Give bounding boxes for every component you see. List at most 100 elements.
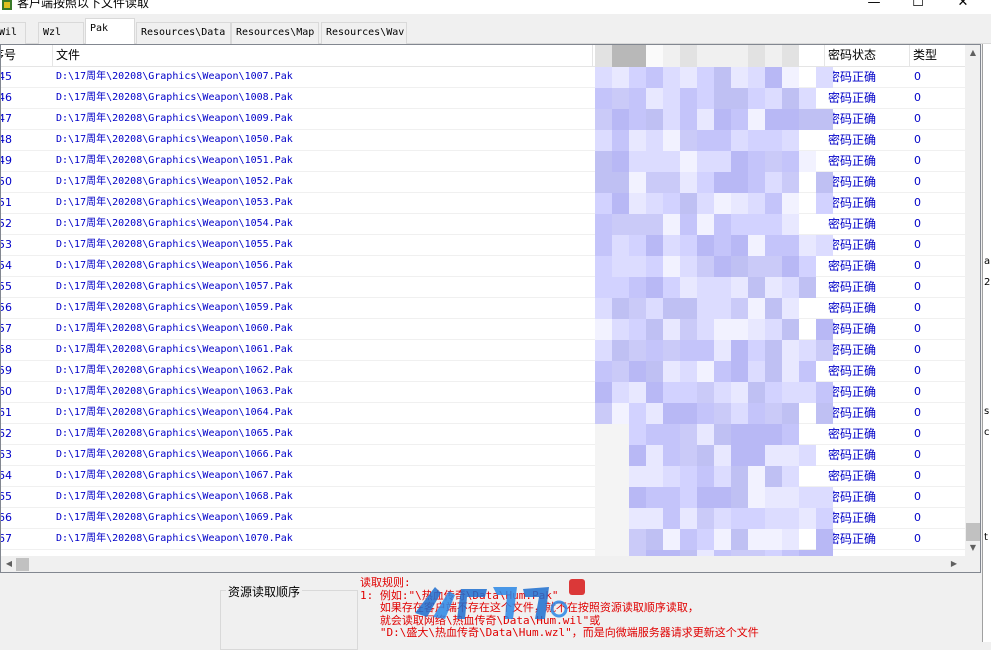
header-file[interactable]: 文件 [53, 45, 593, 67]
redaction-block [663, 109, 680, 130]
redaction-block [629, 424, 646, 445]
vertical-scrollbar[interactable]: ▲ ▼ [965, 45, 980, 556]
redaction-block [782, 340, 799, 361]
scroll-left-icon[interactable]: ◀ [1, 556, 17, 572]
redaction-block [595, 214, 612, 235]
redaction-block [629, 340, 646, 361]
redaction-block [680, 319, 697, 340]
redaction-block [748, 466, 765, 487]
redaction-block [612, 67, 629, 88]
row-password-status: 密码正确 [828, 217, 877, 231]
redaction-block [731, 45, 748, 67]
row-file-path: D:\17周年\20208\Graphics\Weapon\1064.Pak [56, 407, 293, 418]
redaction-block [697, 256, 714, 277]
maximize-icon[interactable]: ☐ [895, 0, 941, 14]
redaction-block [646, 67, 663, 88]
redaction-block [663, 361, 680, 382]
redaction-block [765, 529, 782, 550]
tab-wil[interactable]: Wil [0, 22, 26, 44]
redaction-block [680, 487, 697, 508]
row-file-path: D:\17周年\20208\Graphics\Weapon\1008.Pak [56, 92, 293, 103]
redaction-block [782, 403, 799, 424]
redaction-block [663, 130, 680, 151]
redaction-block [748, 529, 765, 550]
redaction-block [595, 340, 612, 361]
row-type: 0 [914, 322, 921, 335]
row-file-path: D:\17周年\20208\Graphics\Weapon\1063.Pak [56, 386, 293, 397]
redaction-block [765, 403, 782, 424]
close-icon[interactable]: ✕ [940, 0, 986, 14]
redaction-block [697, 130, 714, 151]
row-type: 0 [914, 259, 921, 272]
tab-resources-data[interactable]: Resources\Data [136, 22, 231, 44]
scroll-right-icon[interactable]: ▶ [946, 556, 962, 572]
header-index[interactable]: 序号 [1, 45, 53, 67]
row-file-path: D:\17周年\20208\Graphics\Weapon\1051.Pak [56, 155, 293, 166]
row-file-path: D:\17周年\20208\Graphics\Weapon\1054.Pak [56, 218, 293, 229]
tab-wzl[interactable]: Wzl [38, 22, 84, 44]
redaction-block [646, 256, 663, 277]
redaction-block [646, 340, 663, 361]
redaction-block [612, 151, 629, 172]
redaction-block [799, 256, 816, 277]
redaction-block [731, 445, 748, 466]
row-index: 252 [1, 217, 12, 230]
redaction-block [663, 529, 680, 550]
redaction-block [663, 445, 680, 466]
redaction-block [663, 193, 680, 214]
redaction-block [680, 109, 697, 130]
row-file-path: D:\17周年\20208\Graphics\Weapon\1059.Pak [56, 302, 293, 313]
redaction-block [782, 214, 799, 235]
row-file-path: D:\17周年\20208\Graphics\Weapon\1067.Pak [56, 470, 293, 481]
scroll-up-icon[interactable]: ▲ [965, 45, 980, 61]
header-status[interactable]: 密码状态 [824, 45, 910, 67]
redaction-block [595, 361, 612, 382]
redaction-block [663, 340, 680, 361]
row-file-path: D:\17周年\20208\Graphics\Weapon\1007.Pak [56, 71, 293, 82]
redaction-block [612, 235, 629, 256]
redaction-block [612, 109, 629, 130]
redaction-block [714, 403, 731, 424]
redaction-block [731, 403, 748, 424]
row-index: 254 [1, 259, 12, 272]
minimize-icon[interactable]: — [851, 0, 897, 14]
redaction-block [714, 109, 731, 130]
header-type[interactable]: 类型 [910, 45, 966, 67]
redaction-block [595, 172, 612, 193]
redaction-block [697, 424, 714, 445]
row-type: 0 [914, 91, 921, 104]
tab-resources-map[interactable]: Resources\Map [231, 22, 319, 44]
redaction-block [731, 256, 748, 277]
redaction-block [646, 361, 663, 382]
redaction-block [748, 361, 765, 382]
redaction-block [629, 193, 646, 214]
redaction-block [816, 340, 833, 361]
tab-pak[interactable]: Pak [85, 18, 135, 45]
row-index: 260 [1, 385, 12, 398]
row-index: 267 [1, 532, 12, 545]
row-index: 249 [1, 154, 12, 167]
redaction-block [646, 88, 663, 109]
redaction-block [629, 109, 646, 130]
redaction-block [765, 172, 782, 193]
redaction-block [646, 151, 663, 172]
redaction-block [765, 424, 782, 445]
redaction-block [765, 445, 782, 466]
row-type: 0 [914, 154, 921, 167]
row-file-path: D:\17周年\20208\Graphics\Weapon\1062.Pak [56, 365, 293, 376]
redaction-block [663, 151, 680, 172]
redaction-block [595, 508, 612, 529]
tab-resources-wav[interactable]: Resources\Wav [321, 22, 407, 44]
file-list[interactable]: 序号 文件 密码状态 类型 245 D:\17周年\20208\Graphics\… [0, 44, 981, 557]
scroll-down-icon[interactable]: ▼ [965, 540, 980, 556]
redaction-block [595, 487, 612, 508]
row-type: 0 [914, 133, 921, 146]
horizontal-scrollbar[interactable]: ◀ ▶ [0, 556, 981, 573]
horizontal-scroll-thumb[interactable] [16, 558, 29, 571]
redaction-block [612, 45, 629, 67]
redaction-block [731, 193, 748, 214]
main-window: 客户端按照以下文件读取 — ☐ ✕ Wil Wzl Pak Resources\… [0, 0, 991, 650]
redaction-block [595, 45, 612, 67]
vertical-scroll-thumb[interactable] [966, 523, 980, 541]
row-type: 0 [914, 385, 921, 398]
